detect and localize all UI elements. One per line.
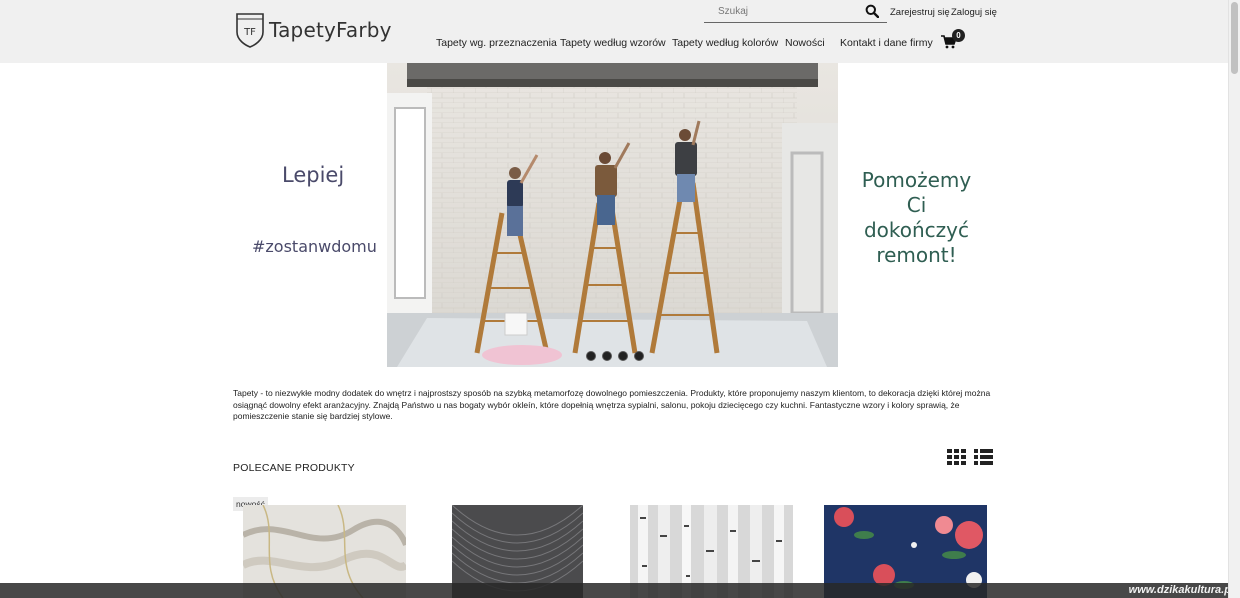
hero-image bbox=[387, 63, 838, 367]
hero-right-line3: dokończyć bbox=[863, 218, 970, 242]
logo[interactable]: TF TapetyFarby bbox=[235, 12, 392, 48]
nav-item-colors[interactable]: Tapety według kolorów bbox=[672, 37, 778, 49]
search-box bbox=[704, 0, 887, 23]
scrollbar-thumb[interactable] bbox=[1231, 2, 1238, 74]
nav-item-new[interactable]: Nowości bbox=[785, 37, 825, 49]
nav-item-contact[interactable]: Kontakt i dane firmy bbox=[840, 37, 933, 49]
intro-text: Tapety - to niezwykłe modny dodatek do w… bbox=[233, 388, 991, 421]
hero-right-line1: Pomożemy bbox=[861, 168, 972, 192]
header: TF TapetyFarby Zarejestruj się Zaloguj s… bbox=[0, 0, 1228, 63]
footer-bar: www.dzikakultura.pl bbox=[0, 583, 1240, 598]
grid-view-icon[interactable] bbox=[947, 449, 966, 465]
brand-name: TapetyFarby bbox=[269, 18, 392, 42]
scrollbar[interactable] bbox=[1228, 0, 1240, 598]
hero-left-line2: #zostanwdomu bbox=[252, 237, 377, 256]
search-input[interactable] bbox=[704, 2, 854, 20]
search-icon[interactable] bbox=[865, 4, 879, 18]
cart-count-badge: 0 bbox=[952, 29, 965, 42]
register-link[interactable]: Zarejestruj się bbox=[890, 7, 950, 18]
section-title: POLECANE PRODUKTY bbox=[233, 462, 355, 474]
slider-dots bbox=[586, 351, 644, 361]
page: TF TapetyFarby Zarejestruj się Zaloguj s… bbox=[0, 0, 1240, 598]
hero-right-text: Pomożemy Ci dokończyć remont! bbox=[853, 168, 980, 268]
hero-right-line2: Ci bbox=[906, 193, 927, 217]
slider-dot-3[interactable] bbox=[618, 351, 628, 361]
nav-item-patterns[interactable]: Tapety według wzorów bbox=[560, 37, 666, 49]
hero-slider[interactable]: Lepiej #zostanwdomu Pomożemy Ci dokończy… bbox=[233, 63, 993, 367]
slider-dot-2[interactable] bbox=[602, 351, 612, 361]
watermark: www.dzikakultura.pl bbox=[1128, 584, 1234, 596]
logo-initials: TF bbox=[243, 27, 256, 38]
nav-item-purpose[interactable]: Tapety wg. przeznaczenia bbox=[436, 37, 557, 49]
slider-dot-4[interactable] bbox=[634, 351, 644, 361]
list-view-icon[interactable] bbox=[974, 449, 993, 465]
slider-dot-1[interactable] bbox=[586, 351, 596, 361]
hero-right-line4: remont! bbox=[876, 243, 957, 267]
login-link[interactable]: Zaloguj się bbox=[951, 7, 997, 18]
hero-left-line1: Lepiej bbox=[282, 163, 345, 187]
shield-logo-icon: TF bbox=[236, 13, 264, 48]
